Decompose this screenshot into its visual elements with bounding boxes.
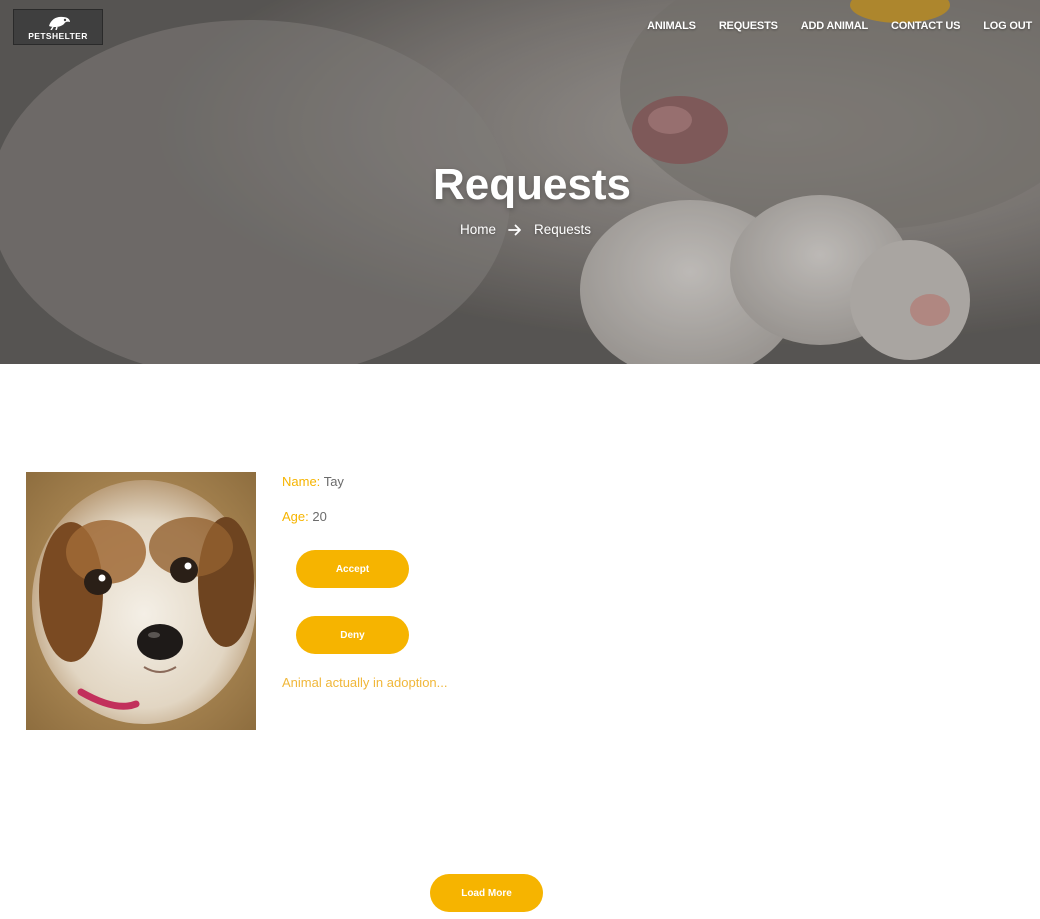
breadcrumb: Home Requests (460, 222, 591, 237)
page-title: Requests (432, 160, 632, 209)
animal-photo (26, 472, 256, 730)
logo-text: PETSHELTER (28, 30, 88, 41)
nav-requests[interactable]: REQUESTS (719, 20, 778, 32)
breadcrumb-home[interactable]: Home (460, 222, 496, 237)
arrow-right-icon (508, 224, 521, 235)
age-label: Age: (282, 509, 309, 524)
adoption-status: Animal actually in adoption... (282, 675, 448, 690)
breadcrumb-current: Requests (534, 222, 592, 237)
main-nav: ANIMALS REQUESTS ADD ANIMAL CONTACT US L… (647, 20, 1032, 32)
name-value: Tay (323, 474, 344, 489)
nav-add-animal[interactable]: ADD ANIMAL (801, 20, 868, 32)
pet-logo-icon (49, 16, 70, 30)
accept-button[interactable]: Accept (296, 550, 409, 588)
nav-animals[interactable]: ANIMALS (647, 20, 696, 32)
age-field: Age: 20 (282, 509, 327, 524)
logo[interactable]: PETSHELTER (13, 9, 103, 45)
puppy-image (26, 472, 256, 730)
load-more-button[interactable]: Load More (430, 874, 543, 912)
nav-contact-us[interactable]: CONTACT US (891, 20, 960, 32)
nav-log-out[interactable]: LOG OUT (983, 20, 1032, 32)
age-value: 20 (312, 509, 327, 524)
hero-banner: PETSHELTER ANIMALS REQUESTS ADD ANIMAL C… (0, 0, 1040, 364)
name-field: Name: Tay (282, 474, 344, 489)
deny-button[interactable]: Deny (296, 616, 409, 654)
name-label: Name: (282, 474, 321, 489)
